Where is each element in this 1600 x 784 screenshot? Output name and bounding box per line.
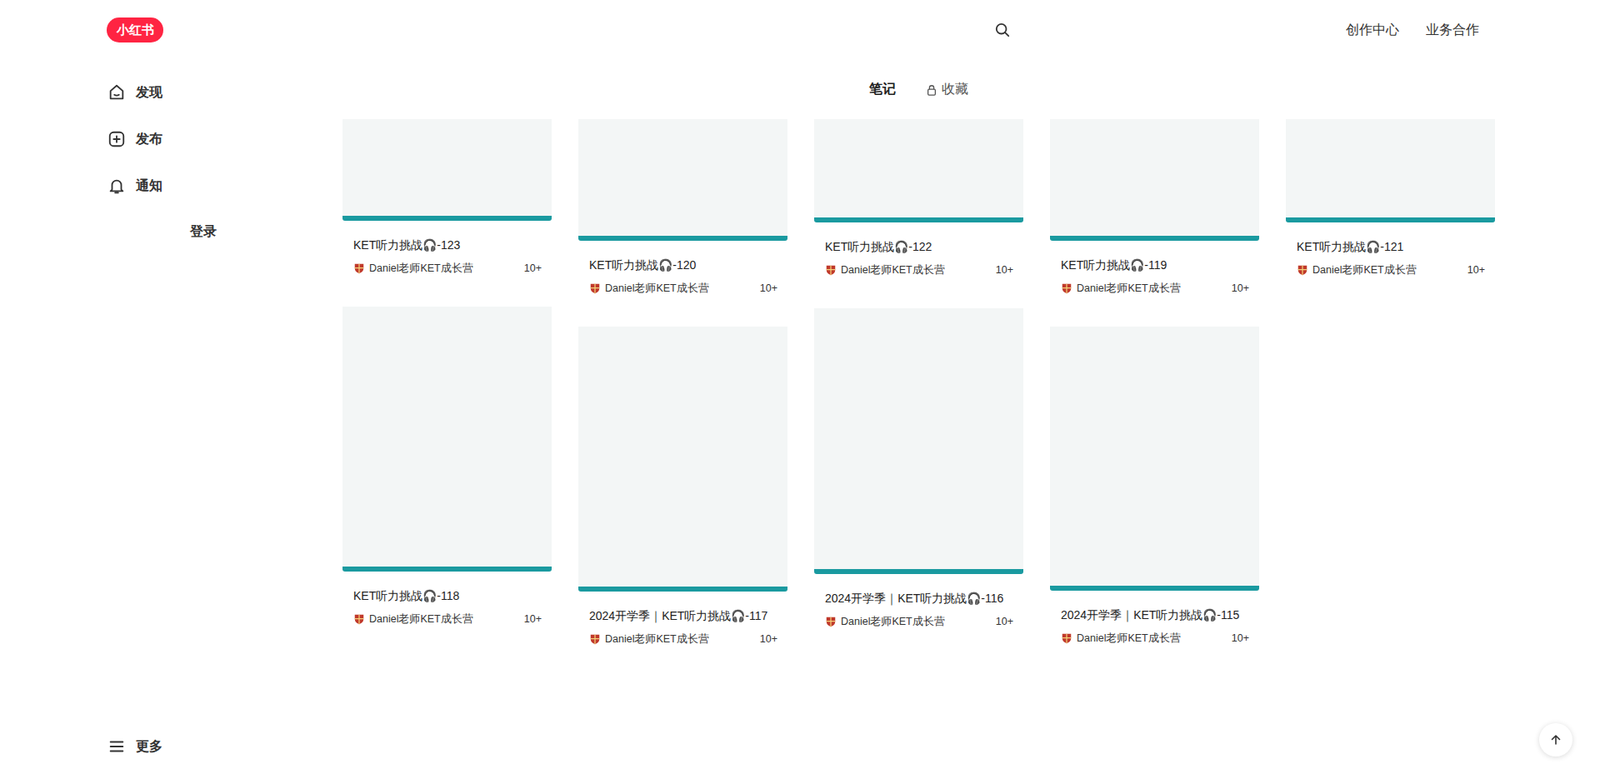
note-author[interactable]: Daniel老师KET成长营 [605,632,756,647]
note-cover[interactable] [342,306,552,572]
note-author[interactable]: Daniel老师KET成长营 [1312,263,1464,278]
note-card[interactable]: KET听力挑战🎧-119 Daniel老师KET成长营 10+ [1050,119,1260,298]
note-meta: Daniel老师KET成长营 10+ [589,279,778,298]
logo[interactable]: 小红书 [106,17,164,43]
header-links: 创作中心 业务合作 [1345,21,1480,40]
header-link[interactable]: 业务合作 [1425,21,1480,40]
search-box[interactable] [826,13,1011,47]
note-title[interactable]: KET听力挑战🎧-118 [353,586,542,605]
note-author[interactable]: Daniel老师KET成长营 [369,612,520,627]
note-card[interactable]: KET听力挑战🎧-120 Daniel老师KET成长营 10+ [578,119,788,298]
sidebar-item[interactable]: 通知 [106,165,343,206]
tab[interactable]: 收藏 [925,80,969,99]
like-count[interactable]: 10+ [1467,264,1485,276]
sidebar-item[interactable]: 发现 [106,72,343,113]
note-title[interactable]: 2024开学季｜KET听力挑战🎧-116 [825,589,1014,608]
top-bar: 小红书 创作中心 业务合作 [0,0,1600,60]
note-meta: Daniel老师KET成长营 10+ [825,612,1014,631]
note-title[interactable]: KET听力挑战🎧-123 [353,235,542,255]
avatar-icon[interactable] [353,613,365,625]
back-to-top-button[interactable] [1539,723,1573,757]
header-link[interactable]: 创作中心 [1345,21,1400,40]
publish-icon [107,130,126,149]
note-feed: KET听力挑战🎧-123 Daniel老师KET成长营 10+ KET听力挑战🎧… [342,119,1495,784]
avatar-icon[interactable] [589,282,601,295]
note-cover[interactable] [1050,326,1260,591]
tabs: 笔记 收藏 [342,60,1495,120]
note-cover[interactable] [814,308,1024,575]
like-count[interactable]: 10+ [1231,632,1250,645]
search-icon[interactable] [995,22,1010,38]
note-author[interactable]: Daniel老师KET成长营 [1076,631,1228,646]
sidebar: 发现 发布 通知 登录 更多 [0,60,343,784]
avatar-icon[interactable] [589,633,601,645]
note-title[interactable]: 2024开学季｜KET听力挑战🎧-117 [589,606,778,625]
note-author[interactable]: Daniel老师KET成长营 [1076,281,1228,296]
note-title[interactable]: KET听力挑战🎧-119 [1060,255,1250,275]
note-card[interactable]: KET听力挑战🎧-122 Daniel老师KET成长营 10+ [814,119,1024,280]
note-title[interactable]: 2024开学季｜KET听力挑战🎧-115 [1060,605,1250,625]
main: 笔记 收藏 KET听力挑战🎧-123 Daniel老师KET成长营 10+ KE… [342,60,1495,784]
note-author[interactable]: Daniel老师KET成长营 [369,261,520,276]
like-count[interactable]: 10+ [760,633,778,645]
note-meta: Daniel老师KET成长营 10+ [353,610,542,629]
note-meta: Daniel老师KET成长营 10+ [589,630,778,649]
note-title[interactable]: KET听力挑战🎧-122 [825,237,1014,256]
note-meta: Daniel老师KET成长营 10+ [825,260,1014,280]
note-author[interactable]: Daniel老师KET成长营 [840,615,992,630]
avatar-icon[interactable] [1060,282,1073,295]
note-title[interactable]: KET听力挑战🎧-121 [1296,237,1485,256]
like-count[interactable]: 10+ [524,613,542,625]
note-card[interactable]: 2024开学季｜KET听力挑战🎧-116 Daniel老师KET成长营 10+ [814,308,1024,631]
avatar-icon[interactable] [1060,632,1073,645]
arrow-up-icon [1549,733,1563,747]
note-cover[interactable] [342,119,552,221]
tab[interactable]: 笔记 [869,80,896,99]
home-icon [107,83,126,102]
note-card[interactable]: KET听力挑战🎧-118 Daniel老师KET成长营 10+ [342,306,552,629]
note-author[interactable]: Daniel老师KET成长营 [840,263,992,278]
note-title[interactable]: KET听力挑战🎧-120 [589,255,778,275]
like-count[interactable]: 10+ [760,282,778,295]
avatar-icon[interactable] [353,262,365,275]
note-card[interactable]: 2024开学季｜KET听力挑战🎧-115 Daniel老师KET成长营 10+ [1050,326,1260,648]
note-cover[interactable] [578,326,788,592]
like-count[interactable]: 10+ [1231,282,1250,295]
like-count[interactable]: 10+ [995,264,1014,276]
note-card[interactable]: KET听力挑战🎧-121 Daniel老师KET成长营 10+ [1285,119,1495,280]
sidebar-item[interactable]: 发布 [106,119,343,160]
more-button[interactable]: 更多 [106,726,343,767]
avatar-icon[interactable] [1296,264,1309,276]
page: 小红书 创作中心 业务合作 发现 发布 通知 登录 更多 笔记 收藏 KET听力挑… [0,0,1600,784]
note-author[interactable]: Daniel老师KET成长营 [605,281,756,296]
note-meta: Daniel老师KET成长营 10+ [1296,260,1485,280]
like-count[interactable]: 10+ [524,262,542,275]
feed-column: KET听力挑战🎧-121 Daniel老师KET成长营 10+ [1285,119,1495,309]
body: 发现 发布 通知 登录 更多 笔记 收藏 KET听力挑战🎧-123 Daniel… [0,60,1600,784]
feed-column: KET听力挑战🎧-119 Daniel老师KET成长营 10+ 2024开学季｜… [1050,119,1260,677]
like-count[interactable]: 10+ [995,615,1014,628]
avatar-icon[interactable] [825,615,837,628]
menu-icon [107,737,126,756]
feed-column: KET听力挑战🎧-120 Daniel老师KET成长营 10+ 2024开学季｜… [578,119,788,678]
note-cover[interactable] [578,119,788,241]
feed-column: KET听力挑战🎧-122 Daniel老师KET成长营 10+ 2024开学季｜… [814,119,1024,660]
note-cover[interactable] [814,119,1024,223]
lock-icon [925,84,938,96]
login-button[interactable]: 登录 [106,215,300,249]
note-cover[interactable] [1285,119,1495,223]
note-meta: Daniel老师KET成长营 10+ [353,259,542,278]
feed-column: KET听力挑战🎧-123 Daniel老师KET成长营 10+ KET听力挑战🎧… [342,119,552,658]
note-cover[interactable] [1050,119,1260,241]
note-meta: Daniel老师KET成长营 10+ [1060,279,1250,298]
note-card[interactable]: 2024开学季｜KET听力挑战🎧-117 Daniel老师KET成长营 10+ [578,326,788,649]
note-meta: Daniel老师KET成长营 10+ [1060,629,1250,648]
note-card[interactable]: KET听力挑战🎧-123 Daniel老师KET成长营 10+ [342,119,552,278]
bell-icon [107,176,126,195]
avatar-icon[interactable] [825,264,837,276]
